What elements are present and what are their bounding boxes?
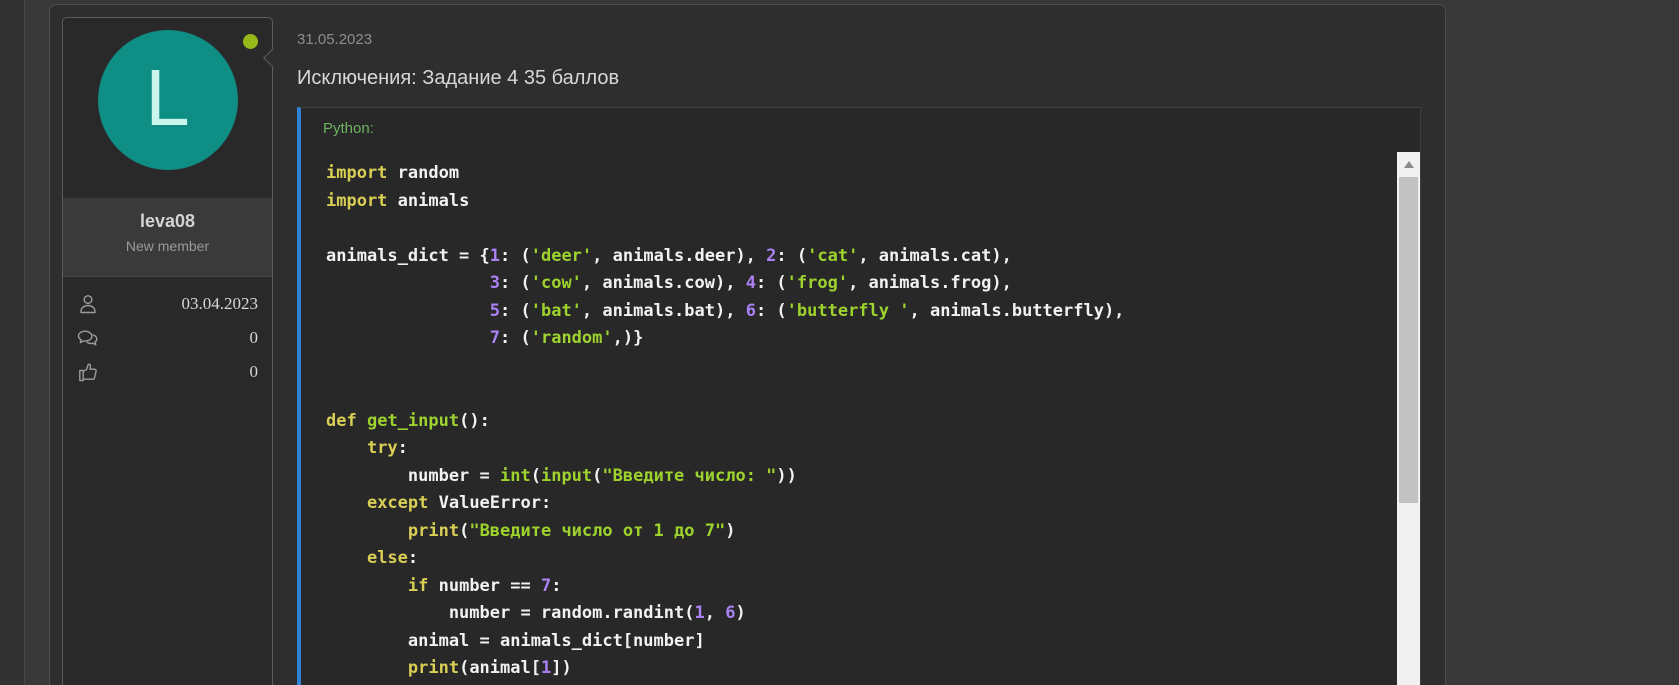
code-line: def get_input(): — [326, 408, 1394, 436]
user-stats: 03.04.2023 0 0 — [63, 276, 272, 389]
code-block: Python: import randomimport animals anim… — [297, 107, 1421, 685]
code-lines: import randomimport animals animals_dict… — [301, 152, 1394, 685]
joined-date-value: 03.04.2023 — [182, 294, 259, 314]
code-line: 7: ('random',)} — [326, 325, 1394, 353]
scroll-up-arrow-icon — [1404, 161, 1414, 168]
post-content: 31.05.2023 Исключения: Задание 4 35 балл… — [274, 5, 1445, 685]
reactions-count-value[interactable]: 0 — [250, 362, 259, 382]
code-line: number = int(input("Введите число: ")) — [326, 463, 1394, 491]
code-line — [326, 215, 1394, 243]
code-line: animal = animals_dict[number] — [326, 628, 1394, 656]
scrollbar-thumb[interactable] — [1399, 177, 1418, 503]
code-line: import random — [326, 160, 1394, 188]
code-line: animals_dict = {1: ('deer', animals.deer… — [326, 243, 1394, 271]
code-block-header: Python: — [301, 108, 1420, 152]
code-line: try: — [326, 435, 1394, 463]
code-line: except ValueError: — [326, 490, 1394, 518]
stat-row-joined: 03.04.2023 — [76, 287, 258, 321]
code-line: print(animal[1]) — [326, 655, 1394, 683]
code-line: import animals — [326, 188, 1394, 216]
thumbs-up-icon — [76, 360, 100, 384]
scrollbar-up-button[interactable] — [1397, 152, 1420, 174]
page-left-rail — [0, 0, 25, 685]
post-date-link[interactable]: 31.05.2023 — [297, 31, 1421, 48]
stat-row-messages: 0 — [76, 321, 258, 355]
code-scrollbar[interactable] — [1397, 152, 1420, 685]
code-line — [326, 380, 1394, 408]
forum-thread-page: L leva08 New member 03.04.2023 — [0, 0, 1679, 685]
user-title: New member — [63, 238, 272, 254]
forum-post: L leva08 New member 03.04.2023 — [49, 4, 1446, 685]
code-line: else: — [326, 545, 1394, 573]
code-line — [326, 353, 1394, 381]
online-indicator — [243, 34, 258, 49]
code-line: if number == 7: — [326, 573, 1394, 601]
code-line: 5: ('bat', animals.bat), 6: ('butterfly … — [326, 298, 1394, 326]
user-info-bar: leva08 New member — [63, 198, 272, 276]
language-label-link[interactable]: Python: — [323, 120, 374, 137]
comments-icon — [76, 326, 100, 350]
stat-row-reactions: 0 — [76, 355, 258, 389]
user-icon — [76, 292, 100, 316]
code-line: 3: ('cow', animals.cow), 4: ('frog', ani… — [326, 270, 1394, 298]
code-line: number = random.randint(1, 6) — [326, 600, 1394, 628]
avatar[interactable]: L — [98, 30, 238, 170]
messages-count-value[interactable]: 0 — [250, 328, 259, 348]
post-title: Исключения: Задание 4 35 баллов — [297, 65, 1421, 91]
username-link[interactable]: leva08 — [63, 211, 272, 232]
user-card: L leva08 New member 03.04.2023 — [62, 17, 273, 685]
code-line: print("Введите число от 1 до 7") — [326, 518, 1394, 546]
